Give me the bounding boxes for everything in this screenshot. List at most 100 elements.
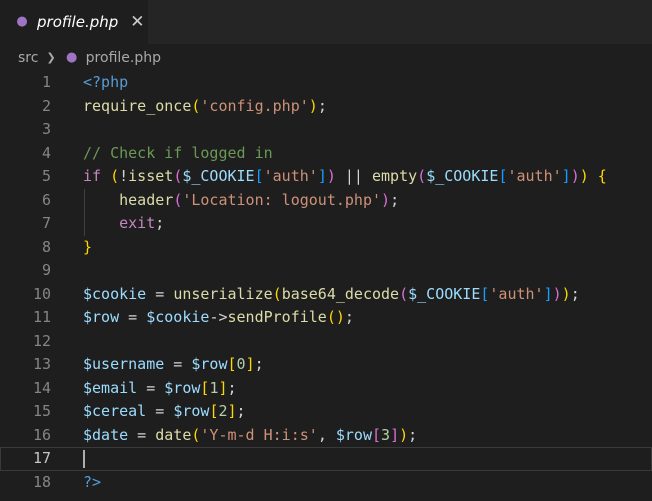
line-number: 8 bbox=[41, 237, 51, 256]
code-token: ?> bbox=[83, 472, 102, 491]
code-token: 'auth' bbox=[507, 167, 562, 185]
line-number: 10 bbox=[32, 284, 51, 303]
code-line[interactable]: 17 bbox=[0, 447, 652, 471]
breadcrumb-file[interactable]: profile.php bbox=[86, 50, 161, 66]
code-text: require_once('config.php'); bbox=[83, 95, 327, 119]
code-token: ; bbox=[390, 190, 400, 209]
code-line[interactable]: 7 exit; bbox=[0, 212, 652, 236]
code-token: ; bbox=[570, 284, 580, 303]
code-token: $row bbox=[164, 378, 201, 397]
code-line[interactable]: 18 ?> bbox=[0, 471, 652, 495]
code-text: // Check if logged in bbox=[83, 142, 273, 166]
code-text: if (!isset($_COOKIE['auth']) || empty($_… bbox=[83, 165, 607, 189]
code-token: date bbox=[155, 425, 192, 444]
line-number: 12 bbox=[32, 331, 51, 350]
code-line[interactable]: 10 $cookie = unserialize(base64_decode($_… bbox=[0, 283, 652, 307]
code-line[interactable]: 8} bbox=[0, 236, 652, 260]
code-token: ) bbox=[570, 167, 580, 185]
line-number: 13 bbox=[32, 355, 51, 373]
code-token: ] bbox=[245, 355, 255, 373]
code-token: ( bbox=[110, 167, 120, 185]
code-token: ] bbox=[390, 425, 400, 444]
code-token: ! bbox=[119, 167, 129, 185]
code-token: 'config.php' bbox=[200, 96, 309, 115]
code-token: empty bbox=[372, 167, 418, 185]
code-line[interactable]: 12 bbox=[0, 330, 652, 354]
line-number: 17 bbox=[32, 449, 51, 467]
tab-profile-php[interactable]: ● profile.php ✕ bbox=[0, 0, 148, 44]
line-number: 11 bbox=[32, 308, 51, 326]
code-line[interactable]: 5 if (!isset($_COOKIE['auth']) || empty($… bbox=[0, 165, 652, 189]
code-token: ) bbox=[381, 190, 391, 209]
code-token: 'Location: logout.php' bbox=[182, 190, 382, 209]
code-line[interactable]: 15 $cereal = $row[2]; bbox=[0, 400, 652, 424]
code-token: () bbox=[326, 308, 345, 326]
line-number: 6 bbox=[41, 190, 51, 209]
code-text: $cookie = unserialize(base64_decode($_CO… bbox=[83, 283, 580, 307]
code-token: ] bbox=[543, 284, 553, 303]
code-token: ) bbox=[561, 284, 571, 303]
code-token: $cookie bbox=[146, 308, 210, 326]
code-token: 3 bbox=[381, 425, 391, 444]
code-line[interactable]: 1 <?php bbox=[0, 71, 652, 95]
code-token: 'auth' bbox=[263, 167, 318, 185]
code-token: 'auth' bbox=[489, 284, 544, 303]
php-elephant-icon: ● bbox=[16, 14, 28, 29]
code-token: sendProfile bbox=[227, 308, 327, 326]
code-token: ) bbox=[399, 425, 409, 444]
code-text: } bbox=[83, 236, 92, 260]
code-token: ) bbox=[308, 96, 318, 115]
code-token: 'Y-m-d H:i:s' bbox=[200, 425, 318, 444]
code-token: $row bbox=[83, 308, 120, 326]
code-text: $date = date('Y-m-d H:i:s', $row[3]); bbox=[83, 424, 417, 448]
code-token: $cereal bbox=[83, 402, 147, 420]
code-token: $row bbox=[191, 355, 228, 373]
code-token: = bbox=[119, 308, 147, 326]
code-token: = bbox=[128, 425, 156, 444]
code-text: $cereal = $row[2]; bbox=[83, 400, 246, 424]
code-token: ; bbox=[155, 214, 165, 232]
code-line[interactable]: 13 $username = $row[0]; bbox=[0, 353, 652, 377]
code-token: , bbox=[317, 425, 336, 444]
code-line[interactable]: 3 bbox=[0, 118, 652, 142]
code-token: ; bbox=[254, 355, 264, 373]
code-token: if bbox=[83, 167, 102, 185]
breadcrumb-folder[interactable]: src bbox=[18, 50, 38, 66]
code-token: [ bbox=[372, 425, 382, 444]
code-token: || bbox=[335, 167, 372, 185]
code-token: [ bbox=[254, 167, 264, 185]
code-token: = bbox=[146, 402, 174, 420]
code-token: $_COOKIE bbox=[182, 167, 255, 185]
code-token: ] bbox=[561, 167, 571, 185]
code-line[interactable]: 4 // Check if logged in bbox=[0, 142, 652, 166]
code-token: ; bbox=[344, 308, 354, 326]
code-token: = bbox=[146, 284, 174, 303]
code-text: header('Location: logout.php'); bbox=[83, 189, 399, 213]
code-editor[interactable]: 1 <?php 2 require_once('config.php'); 3 4// C… bbox=[0, 71, 652, 501]
code-text: exit; bbox=[83, 212, 164, 236]
code-line[interactable]: 2 require_once('config.php'); bbox=[0, 95, 652, 119]
code-line[interactable]: 6 header('Location: logout.php'); bbox=[0, 189, 652, 213]
code-token: $cookie bbox=[83, 284, 147, 303]
code-line[interactable]: 9 bbox=[0, 259, 652, 283]
code-token: ; bbox=[236, 402, 246, 420]
code-token: $_COOKIE bbox=[408, 284, 481, 303]
close-icon[interactable]: ✕ bbox=[130, 13, 144, 31]
code-line[interactable]: 16 $date = date('Y-m-d H:i:s', $row[3]); bbox=[0, 424, 652, 448]
code-token: ( bbox=[399, 284, 409, 303]
code-token: <?php bbox=[83, 73, 129, 91]
line-number: 2 bbox=[41, 96, 51, 115]
code-token: $date bbox=[83, 425, 129, 444]
code-token: require_once bbox=[83, 96, 192, 115]
code-token: = bbox=[137, 378, 165, 397]
code-token: ] bbox=[218, 378, 228, 397]
code-token: { bbox=[597, 167, 607, 185]
code-token: // Check if logged in bbox=[83, 143, 273, 162]
code-token: ) bbox=[579, 167, 589, 185]
code-line[interactable]: 11 $row = $cookie->sendProfile(); bbox=[0, 306, 652, 330]
code-token: base64_decode bbox=[281, 284, 400, 303]
code-token: ( bbox=[417, 167, 427, 185]
code-line[interactable]: 14 $email = $row[1]; bbox=[0, 377, 652, 401]
